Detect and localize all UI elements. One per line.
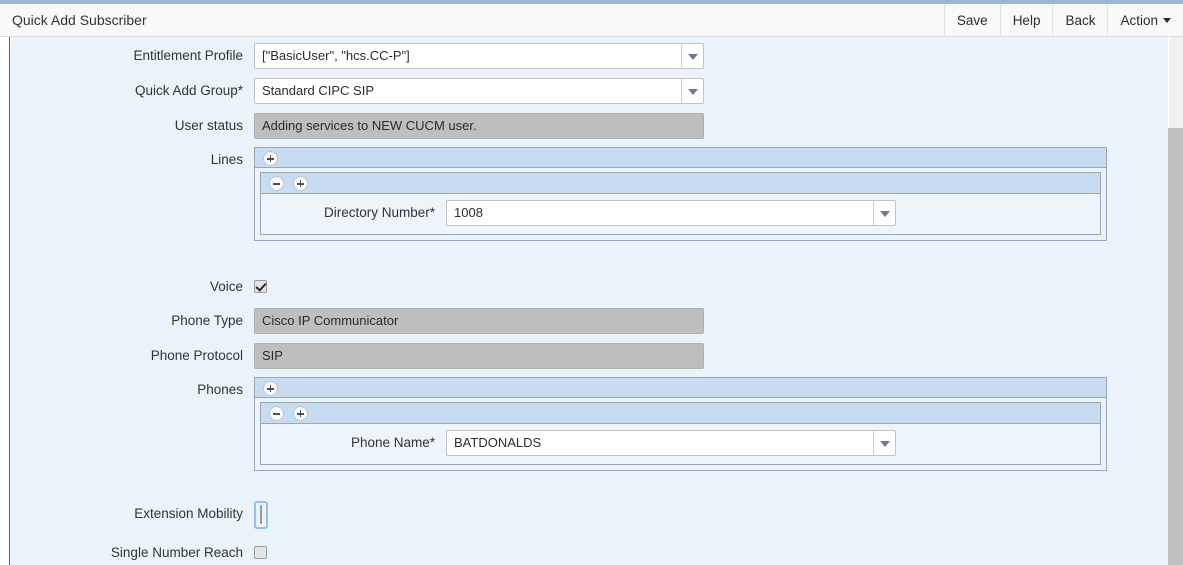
row-single-number-reach: Single Number Reach xyxy=(11,540,1111,565)
phone-protocol-control: SIP xyxy=(254,343,704,369)
phones-group: Phone Name* BATDONALDS xyxy=(254,377,1107,471)
quick-add-group-value: Standard CIPC SIP xyxy=(262,83,374,98)
row-extension-mobility: Extension Mobility xyxy=(11,501,1111,529)
extension-mobility-checkbox[interactable] xyxy=(260,505,262,524)
phone-type-label: Phone Type xyxy=(171,313,243,328)
row-voice: Voice xyxy=(11,274,1111,300)
save-button-label: Save xyxy=(956,13,988,28)
scrollbar-thumb[interactable] xyxy=(1168,128,1183,565)
help-button-label: Help xyxy=(1012,13,1041,28)
entitlement-profile-label: Entitlement Profile xyxy=(133,48,243,63)
action-menu-button[interactable]: Action xyxy=(1107,4,1183,37)
extension-mobility-label: Extension Mobility xyxy=(134,506,243,521)
help-button[interactable]: Help xyxy=(999,4,1053,37)
row-entitlement-profile: Entitlement Profile ["BasicUser", "hcs.C… xyxy=(11,43,1111,69)
directory-number-select[interactable]: 1008 xyxy=(446,200,896,226)
phone-type-control: Cisco IP Communicator xyxy=(254,308,704,334)
voice-checkbox[interactable] xyxy=(254,280,267,293)
entitlement-profile-select[interactable]: ["BasicUser", "hcs.CC-P"] xyxy=(254,43,704,69)
action-menu-label: Action xyxy=(1120,13,1158,28)
lines-item-add-button[interactable] xyxy=(293,176,308,191)
back-button[interactable]: Back xyxy=(1052,4,1107,37)
phones-group-header xyxy=(254,377,1107,398)
phone-name-value: BATDONALDS xyxy=(454,435,542,450)
phone-type-value: Cisco IP Communicator xyxy=(254,308,704,334)
page-title: Quick Add Subscriber xyxy=(12,12,147,28)
user-status-control: Adding services to NEW CUCM user. xyxy=(254,113,704,139)
phone-protocol-value: SIP xyxy=(254,343,704,369)
quick-add-group-control: Standard CIPC SIP xyxy=(254,78,704,104)
lines-label: Lines xyxy=(210,152,243,167)
phones-item-body: Phone Name* BATDONALDS xyxy=(261,424,1100,464)
phones-label: Phones xyxy=(197,382,243,397)
phones-group-inner: Phone Name* BATDONALDS xyxy=(254,398,1107,471)
quick-add-group-select[interactable]: Standard CIPC SIP xyxy=(254,78,704,104)
left-rail xyxy=(0,37,10,565)
phones-item-header xyxy=(261,403,1100,424)
row-phone-protocol: Phone Protocol SIP xyxy=(11,343,1111,369)
phone-name-dropdown-arrow[interactable] xyxy=(873,431,895,455)
toolbar: Save Help Back Action xyxy=(943,4,1183,37)
chevron-down-icon xyxy=(880,211,890,217)
chevron-down-icon xyxy=(1163,18,1171,23)
single-number-reach-checkbox[interactable] xyxy=(254,546,267,559)
entitlement-profile-dropdown-arrow[interactable] xyxy=(681,44,703,68)
window-title-bar: Quick Add Subscriber Save Help Back Acti… xyxy=(0,4,1183,37)
chevron-down-icon xyxy=(688,89,698,95)
voice-control xyxy=(254,274,267,293)
row-phones: Phones Phone Name* BATDONALDS xyxy=(11,377,1111,471)
voice-label: Voice xyxy=(209,279,243,294)
phone-name-label: Phone Name* xyxy=(350,435,435,450)
body-area: Entitlement Profile ["BasicUser", "hcs.C… xyxy=(0,37,1183,565)
directory-number-label: Directory Number* xyxy=(323,205,435,220)
form-canvas: Entitlement Profile ["BasicUser", "hcs.C… xyxy=(11,37,1168,565)
lines-group-inner: Directory Number* 1008 xyxy=(254,168,1107,241)
phone-name-select[interactable]: BATDONALDS xyxy=(446,430,896,456)
phones-item-add-button[interactable] xyxy=(293,406,308,421)
entitlement-profile-control: ["BasicUser", "hcs.CC-P"] xyxy=(254,43,704,69)
lines-item: Directory Number* 1008 xyxy=(260,172,1101,235)
phones-add-button[interactable] xyxy=(263,381,278,396)
row-user-status: User status Adding services to NEW CUCM … xyxy=(11,113,1111,139)
chevron-down-icon xyxy=(688,54,698,60)
quick-add-subscriber-page: Quick Add Subscriber Save Help Back Acti… xyxy=(0,0,1183,565)
lines-item-remove-button[interactable] xyxy=(269,176,284,191)
directory-number-dropdown-arrow[interactable] xyxy=(873,201,895,225)
user-status-label: User status xyxy=(174,118,243,133)
row-phone-type: Phone Type Cisco IP Communicator xyxy=(11,308,1111,334)
lines-add-button[interactable] xyxy=(263,151,278,166)
phone-protocol-label: Phone Protocol xyxy=(150,348,243,363)
row-quick-add-group: Quick Add Group* Standard CIPC SIP xyxy=(11,78,1111,104)
single-number-reach-label: Single Number Reach xyxy=(110,545,243,560)
lines-group: Directory Number* 1008 xyxy=(254,147,1107,241)
phones-item-remove-button[interactable] xyxy=(269,406,284,421)
phones-item: Phone Name* BATDONALDS xyxy=(260,402,1101,465)
extension-mobility-control xyxy=(254,501,268,529)
row-lines: Lines Directory Number* 1008 xyxy=(11,147,1111,241)
entitlement-profile-value: ["BasicUser", "hcs.CC-P"] xyxy=(262,48,410,63)
save-button[interactable]: Save xyxy=(943,4,1000,37)
quick-add-group-label: Quick Add Group* xyxy=(134,83,243,98)
back-button-label: Back xyxy=(1065,13,1096,28)
lines-item-body: Directory Number* 1008 xyxy=(261,194,1100,234)
lines-item-header xyxy=(261,173,1100,194)
single-number-reach-control xyxy=(254,540,267,559)
lines-group-header xyxy=(254,147,1107,168)
vertical-scrollbar[interactable] xyxy=(1168,37,1183,565)
quick-add-group-dropdown-arrow[interactable] xyxy=(681,79,703,103)
user-status-value: Adding services to NEW CUCM user. xyxy=(254,113,704,139)
chevron-down-icon xyxy=(880,441,890,447)
extension-mobility-focus-ring xyxy=(254,501,268,529)
directory-number-value: 1008 xyxy=(454,205,483,220)
